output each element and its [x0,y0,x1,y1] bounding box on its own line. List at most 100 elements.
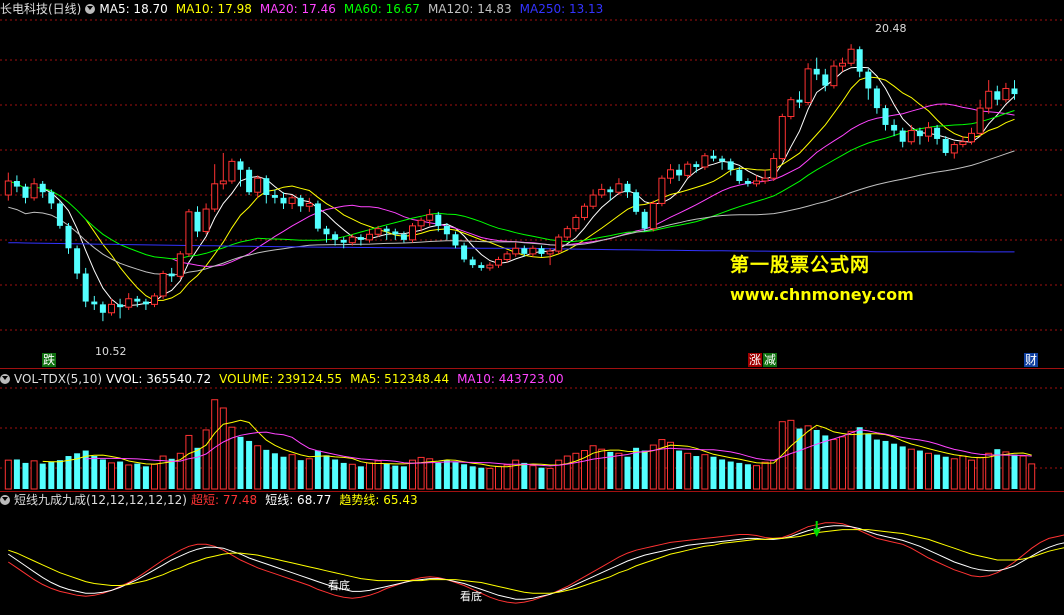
indicator-menu-icon[interactable] [0,374,10,384]
price-panel[interactable]: 长电科技(日线) MA5: 18.70 MA10: 17.98 MA20: 17.46… [0,0,1064,368]
oscillator-chart[interactable] [0,491,1064,615]
volume-bar [529,465,537,490]
candle-body [633,192,640,212]
vol-ma5-label: MA5: 512348.44 [350,372,450,386]
volume-bar [753,465,760,490]
candle-body [787,99,795,118]
volume-bar [684,452,692,490]
candle-body [607,189,614,193]
candle-body [839,62,846,67]
candle-body [48,192,55,204]
volume-bar [478,467,485,489]
volume-title: VOL-TDX(5,10) [14,372,103,386]
candle-body [82,273,89,302]
candle-body [443,225,450,235]
candle-body [572,216,580,230]
volume-bar [340,462,347,489]
candle-body [168,273,175,277]
volume-bar [899,446,906,489]
volume-bar [546,467,554,490]
volume-bar [246,440,253,489]
candle-body [348,236,356,244]
volume-bar [151,463,158,490]
price-chart[interactable] [0,0,1064,368]
candle-body [22,186,29,198]
candle-body [340,239,347,243]
ma60-line [8,110,1015,260]
candle-body [469,259,476,266]
candle-body [30,183,38,199]
candle-body [934,127,941,139]
candle-body [873,88,880,109]
volume-bar [185,434,193,490]
volume-bar [125,464,133,490]
volume-bar [538,467,545,489]
volume-bar [813,429,820,489]
candle-body [13,181,20,187]
candle-body [899,130,906,142]
volume-bar [443,460,450,489]
candle-body [426,214,434,221]
signal-arrow-icon [812,521,821,537]
volume-bar [202,429,210,490]
candle-body [194,211,201,232]
candle-body [719,158,726,162]
candle-body [495,259,502,266]
volume-bar [701,454,709,490]
volume-bar [710,456,717,489]
volume-header: VOL-TDX(5,10) VVOL: 365540.72 VOLUME: 2391… [0,370,572,388]
volume-bar [804,425,812,490]
volume-bar [348,463,356,490]
candle-body [151,295,158,305]
candle-body [916,130,923,137]
volume-bar [48,461,55,489]
ma5-label: MA5: 18.70 [99,2,168,16]
volume-bar [873,439,880,489]
candle-body [830,65,838,87]
candle-body [159,273,167,297]
volume-bar [99,459,106,489]
candle-body [761,177,769,182]
candle-body [219,180,227,185]
bottom-signal-2: 看底 [460,590,482,603]
candle-body [486,264,494,269]
volume-bar [907,448,915,490]
indicator-menu-icon[interactable] [85,4,96,14]
volume-panel[interactable]: VOL-TDX(5,10) VVOL: 365540.72 VOLUME: 2391… [0,368,1064,491]
qushixian-line [8,529,1064,594]
indicator-menu-icon[interactable] [0,495,10,505]
volume-bar [727,461,734,489]
volume-bar [39,463,46,489]
volume-bar [925,452,932,490]
volume-bar [770,459,778,490]
candle-body [202,208,210,232]
volume-bar [761,461,769,490]
volume-bar [383,463,390,489]
volume-bar [495,465,502,490]
duanxian-line [8,525,1064,600]
candle-body [529,247,537,255]
volume-bar [288,454,296,490]
vol-ma10-label: MA10: 443723.00 [457,372,564,386]
candle-body [676,169,683,176]
candle-body [512,247,520,255]
candle-body [74,248,81,274]
candle-body [357,237,364,240]
volume-bar [615,452,623,490]
vvol-label: VVOL: 365540.72 [106,372,212,386]
volume-bar [796,428,803,489]
watermark-title: 第一股票公式网 [730,254,871,276]
candle-body [882,108,889,125]
candle-body [856,49,863,72]
volume-bar [916,450,923,489]
volume-bar [839,436,846,490]
volume-bar [649,444,657,490]
oscillator-panel[interactable]: 短线九成九成(12,12,12,12,12) 超短: 77.48 短线: 68.77… [0,491,1064,615]
volume-bar [563,455,571,490]
candle-body [366,233,373,241]
volume-bar [392,465,399,489]
candle-body [374,228,382,235]
candle-body [305,202,313,207]
candle-body [211,183,219,210]
oscillator-title: 短线九成九成(12,12,12,12,12) [14,493,187,507]
